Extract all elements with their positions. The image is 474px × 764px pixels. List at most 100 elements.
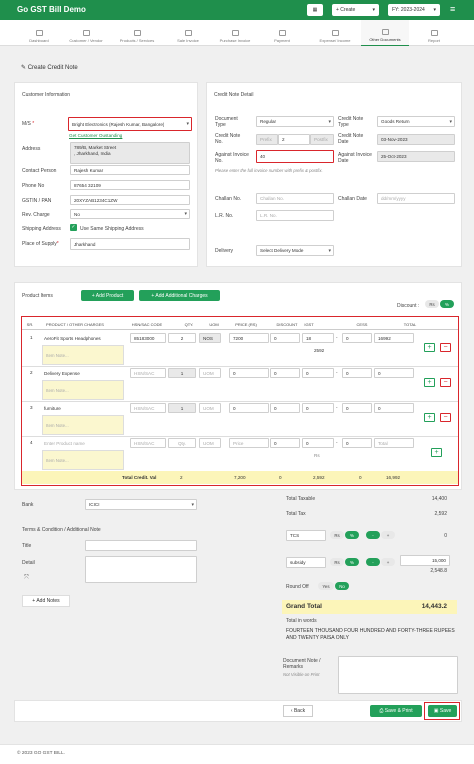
- place-of-supply-input[interactable]: Jharkhand: [70, 238, 190, 250]
- tab-expense-income[interactable]: Expense/ Income: [311, 20, 359, 46]
- round-off-no[interactable]: No: [335, 582, 349, 590]
- cess-input[interactable]: 0: [342, 333, 372, 343]
- discount-input[interactable]: 0: [270, 403, 300, 413]
- add-row-button[interactable]: +: [424, 413, 435, 422]
- subsidy-pct-toggle[interactable]: %: [345, 558, 359, 566]
- challan-date-input[interactable]: dd/mm/yyyy: [377, 193, 455, 204]
- igst-input[interactable]: 0: [302, 368, 334, 378]
- product-name-input[interactable]: AeroFit Sports Headphones: [43, 333, 123, 343]
- tab-customer-vendor[interactable]: Customer / Vendor: [62, 20, 110, 46]
- tcs-rs-toggle[interactable]: Rs: [330, 531, 344, 539]
- remove-row-button[interactable]: −: [440, 413, 451, 422]
- challan-input[interactable]: Challan No.: [256, 193, 334, 204]
- discount-input[interactable]: 0: [270, 333, 300, 343]
- price-input[interactable]: Price: [229, 438, 269, 448]
- bank-select[interactable]: ICICI: [85, 499, 197, 510]
- customer-select[interactable]: Bright Electronics (Rajesh Kumar, Bangal…: [68, 117, 192, 131]
- remarks-textarea[interactable]: [338, 656, 458, 694]
- item-note-input[interactable]: Item Note...: [42, 415, 124, 435]
- lr-input[interactable]: L.R. No.: [256, 210, 334, 221]
- address-textarea[interactable]: 789/B, Market Street , Jharkhand, India: [70, 142, 190, 164]
- add-product-button[interactable]: + Add Product: [81, 290, 134, 301]
- qty-input[interactable]: 2: [168, 333, 196, 343]
- create-dropdown[interactable]: + Create ▾: [332, 4, 379, 16]
- add-row-button[interactable]: +: [424, 378, 435, 387]
- discount-pct-toggle[interactable]: %: [440, 300, 454, 308]
- tab-payment[interactable]: Payment: [258, 20, 306, 46]
- contact-input[interactable]: Rajesh Kumar: [70, 165, 190, 175]
- remove-row-button[interactable]: −: [440, 343, 451, 352]
- row-total-input[interactable]: 16992: [374, 333, 414, 343]
- discount-input[interactable]: 0: [270, 438, 300, 448]
- item-note-input[interactable]: Item Note...: [42, 345, 124, 365]
- fy-dropdown[interactable]: FY: 2023-2024 ▾: [388, 4, 440, 16]
- row-total-input[interactable]: 0: [374, 403, 414, 413]
- product-name-input[interactable]: Enter Product name: [43, 438, 123, 448]
- cn-type-select[interactable]: Goods Return: [377, 116, 455, 127]
- row-total-input[interactable]: 0: [374, 368, 414, 378]
- cess-input[interactable]: 0: [342, 438, 372, 448]
- tab-other-documents[interactable]: Other Documents: [361, 20, 409, 46]
- hsn-input[interactable]: HSN/SAC: [130, 368, 166, 378]
- item-note-input[interactable]: Item Note...: [42, 380, 124, 400]
- igst-input[interactable]: 18: [302, 333, 334, 343]
- postfix-input[interactable]: Postfix: [310, 134, 334, 145]
- round-off-yes[interactable]: Yes: [318, 582, 334, 590]
- subsidy-input[interactable]: subsidy: [286, 557, 326, 568]
- hsn-input[interactable]: HSN/SAC: [130, 403, 166, 413]
- calculator-icon[interactable]: ▦: [307, 4, 323, 16]
- igst-input[interactable]: 0: [302, 403, 334, 413]
- uom-input[interactable]: UOM: [199, 403, 221, 413]
- cn-no-input[interactable]: 2: [278, 134, 310, 145]
- subsidy-minus-toggle[interactable]: -: [366, 558, 380, 566]
- tab-purchase-invoice[interactable]: Purchase Invoice: [211, 20, 259, 46]
- expand-icon[interactable]: ⤧: [24, 575, 29, 582]
- add-row-button[interactable]: +: [431, 448, 442, 457]
- menu-icon[interactable]: ≡: [450, 5, 460, 15]
- product-name-input[interactable]: furniture: [43, 403, 123, 413]
- tcs-input[interactable]: TCS: [286, 530, 326, 541]
- terms-title-input[interactable]: [85, 540, 197, 551]
- tcs-pct-toggle[interactable]: %: [345, 531, 359, 539]
- remove-row-button[interactable]: −: [440, 378, 451, 387]
- app-title[interactable]: Go GST Bill Demo: [17, 5, 86, 14]
- subsidy-rs-toggle[interactable]: Rs: [330, 558, 344, 566]
- subsidy-value-input[interactable]: 15,000: [400, 555, 450, 566]
- price-input[interactable]: 0: [229, 403, 269, 413]
- against-invoice-input[interactable]: 40: [256, 150, 334, 163]
- hsn-input[interactable]: HSN/SAC: [130, 438, 166, 448]
- tab-sale-invoice[interactable]: Sale Invoice: [164, 20, 212, 46]
- rev-charge-select[interactable]: No: [70, 209, 190, 219]
- hsn-input[interactable]: 85183000: [130, 333, 166, 343]
- prefix-input[interactable]: Prefix: [256, 134, 278, 145]
- outstanding-link[interactable]: Get Customer Oustanding: [69, 133, 122, 138]
- tab-products-services[interactable]: Products / Services: [113, 20, 161, 46]
- add-row-button[interactable]: +: [424, 343, 435, 352]
- uom-input[interactable]: UOM: [199, 368, 221, 378]
- uom-input[interactable]: UOM: [199, 438, 221, 448]
- doc-type-select[interactable]: Regular: [256, 116, 334, 127]
- row-total-input[interactable]: Total: [374, 438, 414, 448]
- save-print-button[interactable]: ⎙ Save & Print: [370, 705, 422, 717]
- phone-input[interactable]: 87654 32109: [70, 180, 190, 190]
- tcs-minus-toggle[interactable]: -: [366, 531, 380, 539]
- tcs-plus-toggle[interactable]: +: [381, 531, 395, 539]
- qty-input[interactable]: 1: [168, 368, 196, 378]
- price-input[interactable]: 0: [229, 368, 269, 378]
- subsidy-plus-toggle[interactable]: +: [381, 558, 395, 566]
- tab-report[interactable]: Report: [410, 20, 458, 46]
- delivery-select[interactable]: Select Delivery Mode: [256, 245, 334, 256]
- price-input[interactable]: 7200: [229, 333, 269, 343]
- add-charges-button[interactable]: + Add Additional Charges: [139, 290, 220, 301]
- add-notes-button[interactable]: + Add Notes: [22, 595, 70, 607]
- against-date-input[interactable]: 25-Oct-2023: [377, 151, 455, 162]
- cess-input[interactable]: 0: [342, 403, 372, 413]
- save-button[interactable]: ▣ Save: [428, 705, 457, 717]
- qty-input[interactable]: 1: [168, 403, 196, 413]
- shipping-checkbox[interactable]: ✓: [70, 224, 77, 231]
- uom-input[interactable]: NOS: [199, 333, 221, 343]
- cn-date-input[interactable]: 03-Nov-2023: [377, 134, 455, 145]
- discount-input[interactable]: 0: [270, 368, 300, 378]
- product-name-input[interactable]: Delivery Expense: [43, 368, 123, 378]
- gstin-input[interactable]: 20XYZAB1234C1ZW: [70, 195, 190, 205]
